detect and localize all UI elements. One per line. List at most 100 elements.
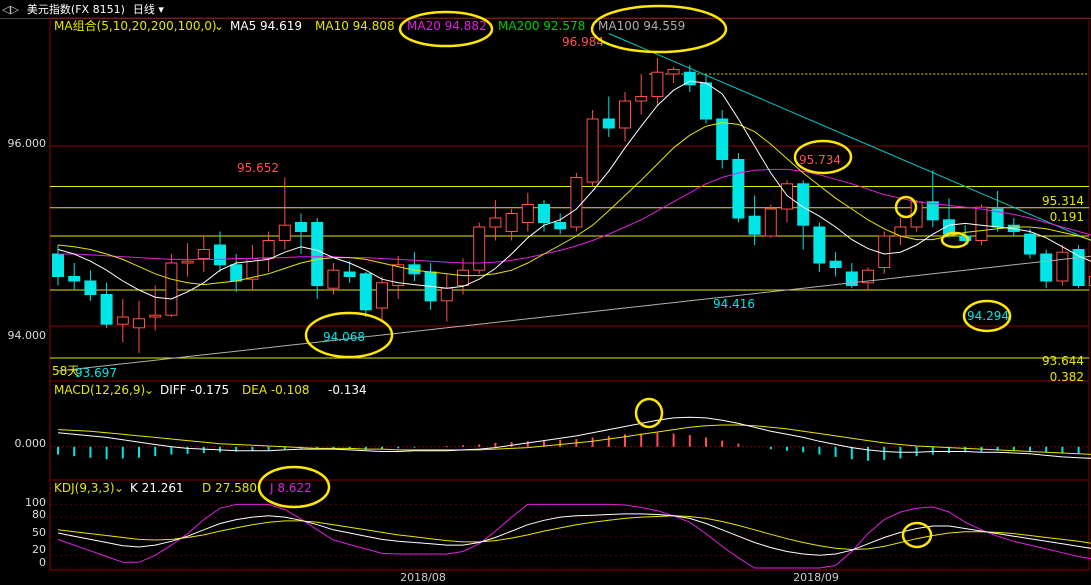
ma-indicator-label[interactable]: MA组合(5,10,20,200,100,0) — [54, 18, 217, 33]
candle — [683, 65, 696, 92]
candle-body — [748, 215, 761, 235]
highlight-ellipse — [634, 397, 664, 429]
candle-body — [781, 183, 793, 210]
candle — [440, 273, 453, 322]
candle — [278, 177, 291, 250]
ma100-value: MA100 94.559 — [598, 19, 685, 33]
candle — [829, 252, 842, 277]
candle-body — [505, 213, 518, 232]
candle-body — [1040, 253, 1053, 282]
chevron-down-icon[interactable]: ⌄ — [144, 383, 154, 397]
candle-body — [457, 269, 469, 287]
candle — [732, 153, 745, 223]
candle — [862, 267, 874, 290]
candle-body — [538, 204, 550, 223]
candle — [602, 96, 615, 137]
candle-body — [489, 217, 502, 228]
candle-body — [700, 82, 712, 120]
candle-body — [100, 294, 113, 325]
candle-body — [813, 226, 826, 264]
ma5-value: MA5 94.619 — [230, 19, 302, 33]
kdj-j-value: J 8.622 — [269, 481, 312, 495]
candle-body — [473, 226, 486, 271]
candle — [1072, 245, 1085, 289]
candle — [635, 74, 648, 115]
candle-body — [732, 159, 745, 219]
candle — [133, 300, 145, 353]
kdj-y-tick-label: 50 — [32, 526, 46, 539]
candle — [781, 180, 793, 223]
peak-annotation: 95.734 — [799, 153, 841, 167]
candle — [84, 270, 97, 301]
candle — [473, 222, 486, 274]
chart-svg[interactable]: 96.000 94.000 0.000 100 80 50 20 0 2018/… — [0, 0, 1091, 585]
level-label: 93.644 — [1042, 354, 1084, 368]
ratio-label: 0.191 — [1050, 210, 1084, 224]
candle-body — [1056, 251, 1069, 282]
kdj-indicator-label[interactable]: KDJ(9,3,3) — [54, 481, 115, 495]
low-annotation: 94.068 — [323, 330, 365, 344]
candle-body — [1072, 249, 1085, 286]
low-annotation: 94.416 — [713, 297, 755, 311]
candle — [926, 170, 939, 227]
y-tick-label: 94.000 — [8, 329, 47, 342]
candle-body — [295, 222, 307, 232]
chevron-down-icon[interactable]: ⌄ — [214, 19, 224, 33]
candle-body — [197, 249, 210, 259]
candle — [748, 195, 761, 245]
candle — [214, 231, 226, 272]
candle-body — [1024, 233, 1036, 255]
candle — [262, 231, 275, 272]
candle-body — [116, 316, 129, 325]
candle — [764, 204, 777, 238]
macd-indicator-label[interactable]: MACD(12,26,9) — [54, 383, 145, 397]
candle-body — [829, 260, 842, 269]
kdj-y-tick-label: 20 — [32, 543, 46, 556]
candle — [521, 192, 534, 232]
candle — [554, 213, 567, 235]
candle — [1040, 249, 1053, 289]
macd-diff-value: DIFF -0.175 — [160, 383, 229, 397]
candle-body — [376, 282, 388, 309]
candle-body — [52, 253, 64, 277]
candle — [149, 285, 162, 331]
candle — [651, 57, 664, 106]
low-annotation: 94.294 — [967, 309, 1009, 323]
candle-body — [343, 271, 356, 277]
ma200-line — [57, 255, 1091, 372]
candle-body — [651, 71, 664, 97]
candle-body — [716, 118, 729, 160]
chart-stage: ◁▷ 美元指数(FX 8151) 日线 ▾ 96.000 94.000 0.00… — [0, 0, 1091, 585]
peak-annotation: 95.652 — [237, 161, 279, 175]
macd-panel — [57, 416, 1091, 461]
candle-body — [165, 262, 178, 316]
ma10-value: MA10 94.808 — [315, 19, 395, 33]
macd-dea-value: DEA -0.108 — [242, 383, 310, 397]
candle-body — [311, 222, 324, 286]
candle — [619, 92, 631, 142]
chevron-down-icon[interactable]: ⌄ — [114, 481, 124, 495]
ma20-value: MA20 94.882 — [407, 19, 487, 33]
candle-body — [68, 276, 81, 282]
candle-body — [262, 240, 275, 259]
candle — [408, 252, 421, 281]
ratio-label: 0.382 — [1050, 370, 1084, 384]
candle — [359, 272, 372, 317]
candle-body — [878, 235, 891, 268]
candle-body — [554, 222, 567, 230]
candle-body — [667, 69, 680, 75]
candle — [797, 180, 810, 250]
macd-dea-line — [57, 424, 1091, 455]
highlight-ellipse — [901, 521, 933, 549]
candle-body — [230, 264, 243, 282]
candle — [716, 110, 729, 169]
kdj-d-line — [57, 515, 1091, 551]
candle-body — [278, 224, 291, 241]
candle-body — [619, 100, 631, 129]
candle — [116, 299, 129, 343]
candle-body — [602, 118, 615, 129]
x-tick-label: 2018/09 — [793, 571, 839, 584]
candle-body — [84, 280, 97, 295]
candle-body — [521, 204, 534, 223]
candle — [165, 254, 178, 317]
